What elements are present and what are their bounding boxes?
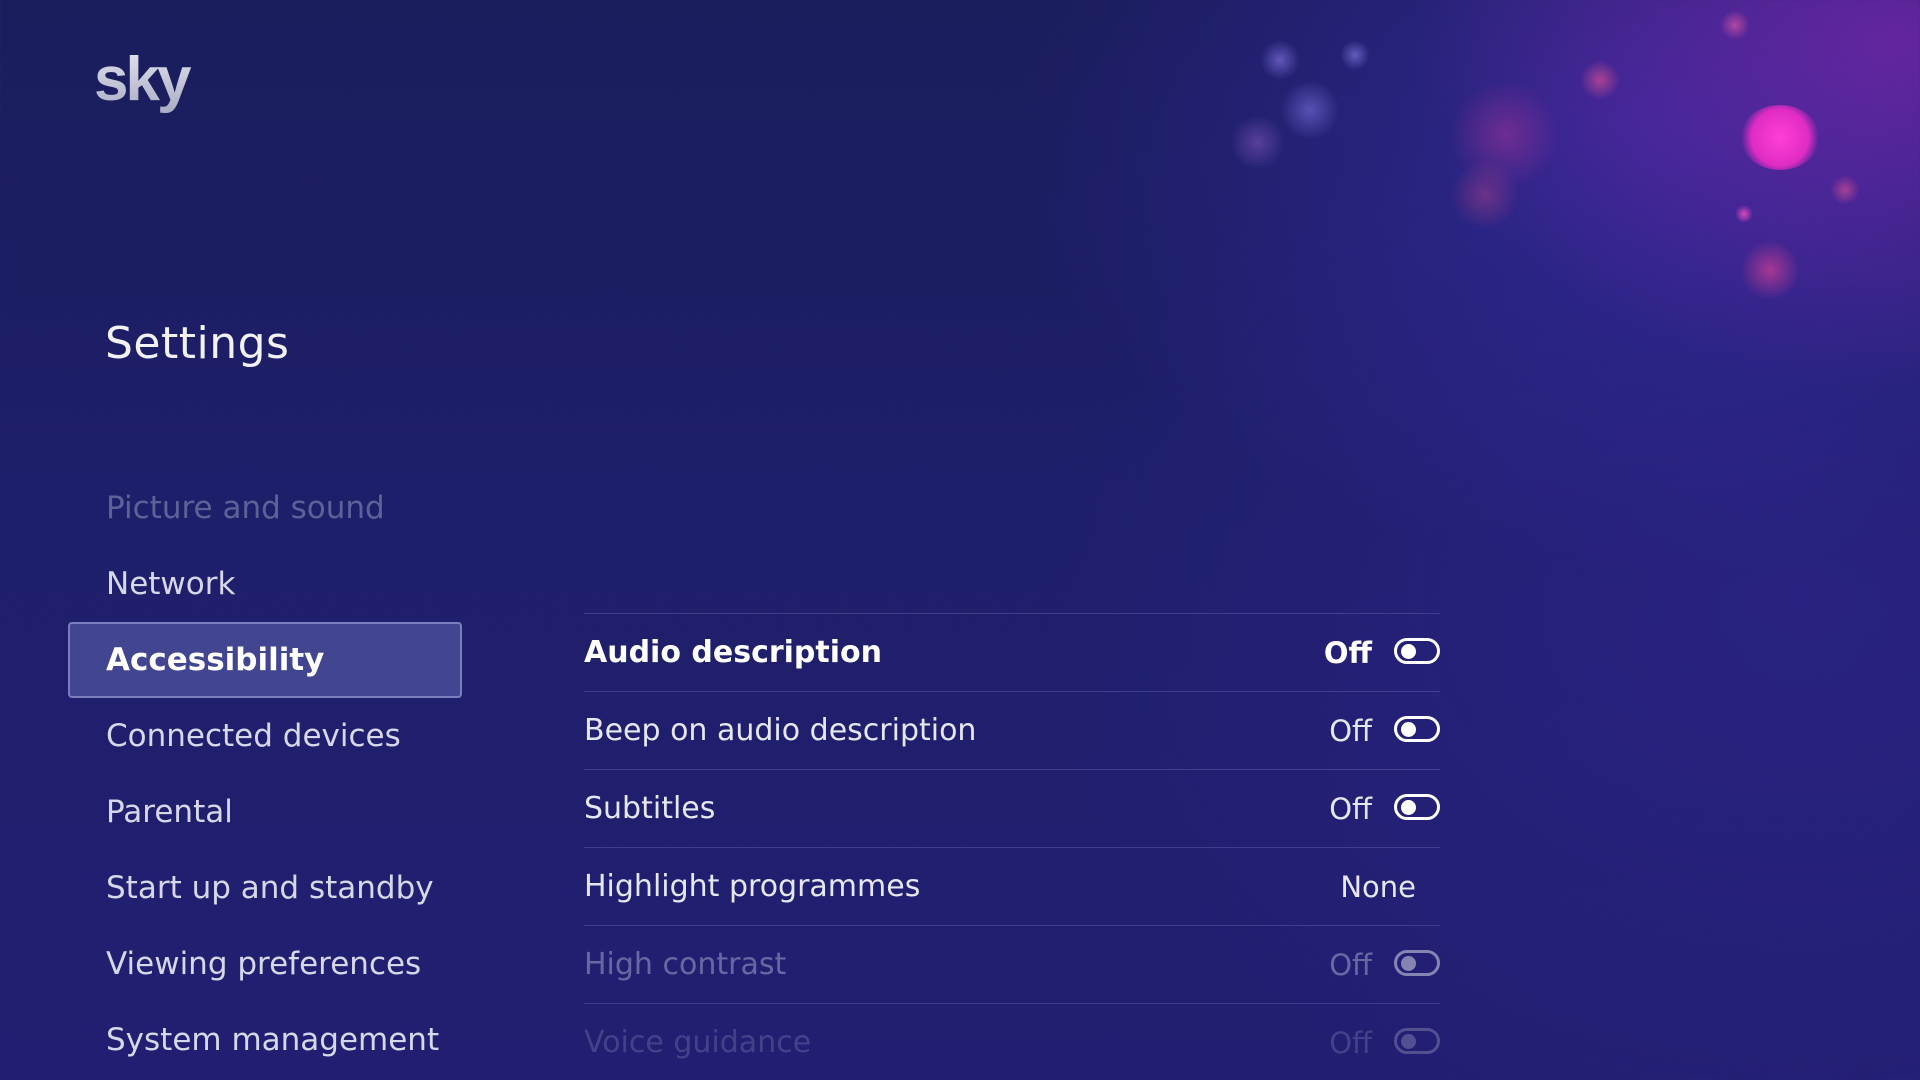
setting-label: Highlight programmes bbox=[584, 869, 921, 904]
bokeh-light bbox=[1580, 60, 1620, 100]
setting-row-voice-guidance[interactable]: Voice guidance Off bbox=[584, 1004, 1440, 1080]
sidebar-item-parental[interactable]: Parental bbox=[68, 774, 462, 850]
setting-label: Voice guidance bbox=[584, 1025, 812, 1060]
setting-row-subtitles[interactable]: Subtitles Off bbox=[584, 770, 1440, 848]
beep-on-audio-description-toggle[interactable] bbox=[1394, 716, 1440, 742]
bokeh-light bbox=[1230, 115, 1285, 170]
bokeh-light bbox=[1830, 175, 1860, 205]
toggle-knob bbox=[1401, 722, 1416, 737]
setting-label: Subtitles bbox=[584, 791, 716, 826]
setting-label: Audio description bbox=[584, 635, 882, 670]
toggle-knob bbox=[1401, 1034, 1416, 1049]
svg-text:sky: sky bbox=[94, 45, 192, 114]
setting-value: Off bbox=[1329, 792, 1372, 826]
audio-description-toggle[interactable] bbox=[1394, 638, 1440, 664]
bokeh-light bbox=[1740, 105, 1820, 170]
toggle-knob bbox=[1401, 956, 1416, 971]
page-title: Settings bbox=[105, 318, 290, 369]
setting-value: Off bbox=[1329, 948, 1372, 982]
bokeh-light bbox=[1720, 10, 1750, 40]
setting-row-audio-description[interactable]: Audio description Off bbox=[584, 614, 1440, 692]
sky-logo: sky bbox=[94, 45, 195, 114]
sidebar-item-system-management[interactable]: System management bbox=[68, 1002, 462, 1078]
sidebar-item-picture-and-sound[interactable]: Picture and sound bbox=[68, 470, 462, 546]
bokeh-light bbox=[1450, 80, 1560, 190]
bokeh-light bbox=[1450, 160, 1520, 230]
setting-label: High contrast bbox=[584, 947, 787, 982]
setting-value: Off bbox=[1329, 714, 1372, 748]
setting-row-highlight-programmes[interactable]: Highlight programmes None bbox=[584, 848, 1440, 926]
bokeh-light bbox=[1735, 205, 1753, 223]
bokeh-light bbox=[1280, 80, 1340, 140]
sidebar-item-start-up-and-standby[interactable]: Start up and standby bbox=[68, 850, 462, 926]
setting-value: Off bbox=[1323, 636, 1372, 670]
voice-guidance-toggle[interactable] bbox=[1394, 1028, 1440, 1054]
setting-row-high-contrast[interactable]: High contrast Off bbox=[584, 926, 1440, 1004]
sidebar-item-viewing-preferences[interactable]: Viewing preferences bbox=[68, 926, 462, 1002]
high-contrast-toggle[interactable] bbox=[1394, 950, 1440, 976]
setting-value: None bbox=[1340, 870, 1416, 904]
subtitles-toggle[interactable] bbox=[1394, 794, 1440, 820]
settings-sidebar: Picture and sound Network Accessibility … bbox=[68, 470, 462, 1078]
sidebar-item-connected-devices[interactable]: Connected devices bbox=[68, 698, 462, 774]
sidebar-item-accessibility[interactable]: Accessibility bbox=[68, 622, 462, 698]
sidebar-item-network[interactable]: Network bbox=[68, 546, 462, 622]
toggle-knob bbox=[1401, 644, 1416, 659]
bokeh-light bbox=[1260, 40, 1300, 80]
accessibility-settings-list: Audio description Off Beep on audio desc… bbox=[584, 613, 1440, 1080]
bokeh-light bbox=[1340, 40, 1370, 70]
setting-label: Beep on audio description bbox=[584, 713, 977, 748]
setting-row-beep-on-audio-description[interactable]: Beep on audio description Off bbox=[584, 692, 1440, 770]
toggle-knob bbox=[1401, 800, 1416, 815]
bokeh-light bbox=[1740, 240, 1800, 300]
setting-value: Off bbox=[1329, 1026, 1372, 1060]
